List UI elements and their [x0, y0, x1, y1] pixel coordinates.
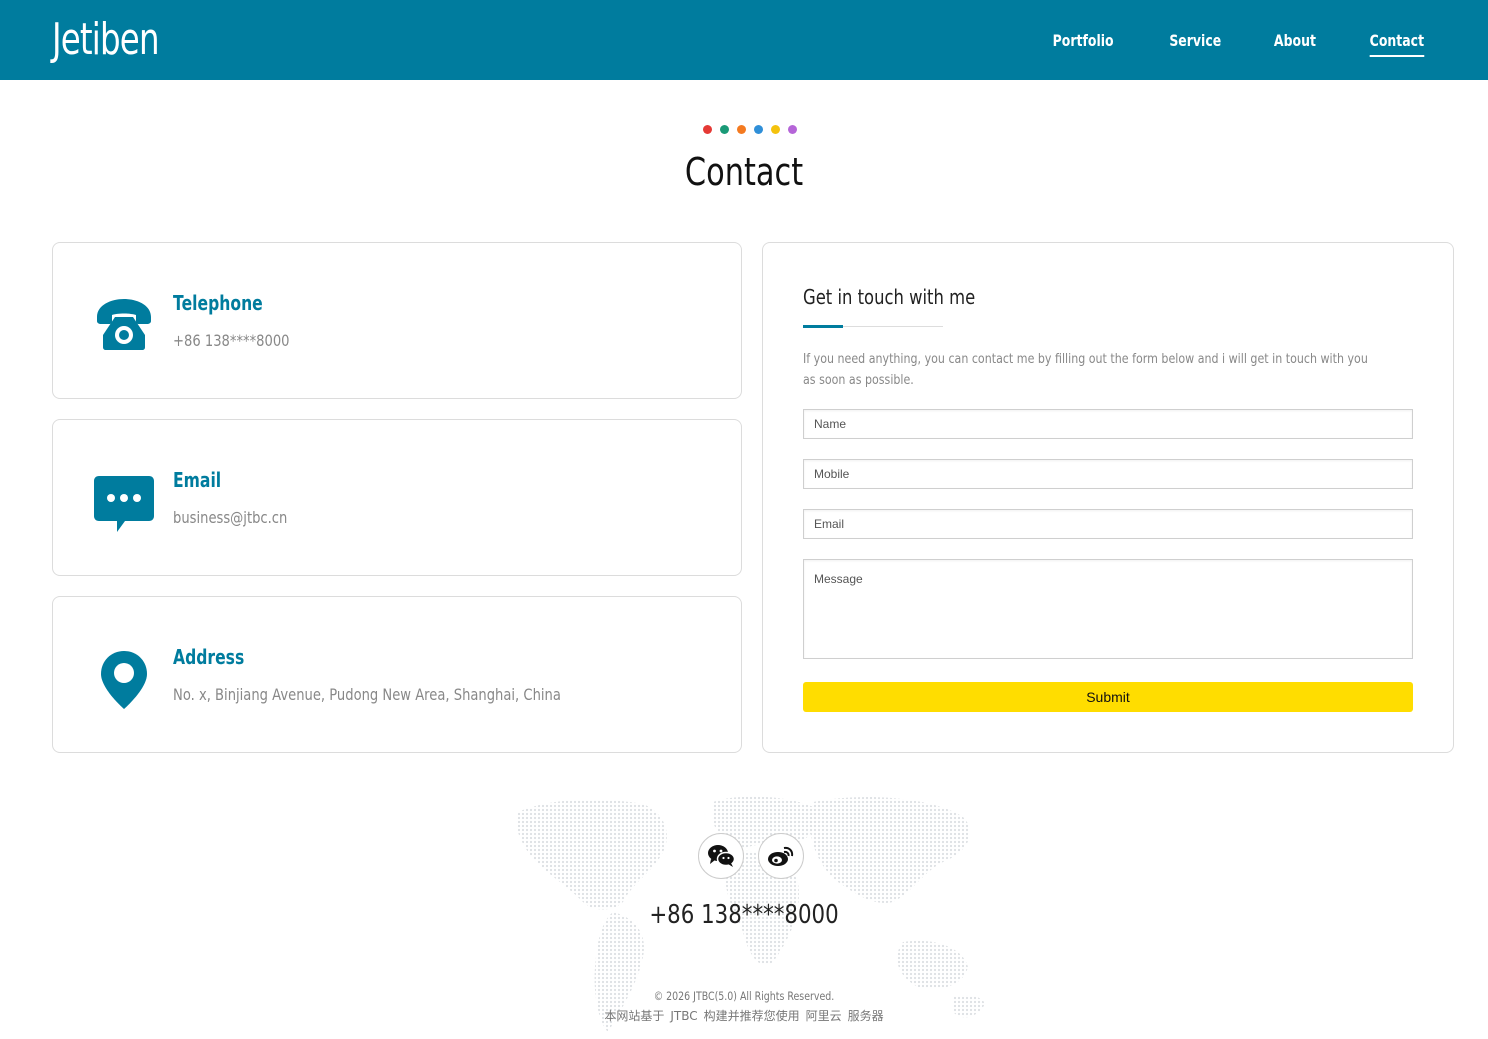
nav-item-portfolio[interactable]: Portfolio	[1052, 25, 1113, 56]
wechat-button[interactable]	[698, 833, 744, 879]
mobile-input[interactable]	[803, 459, 1413, 489]
telephone-title: Telephone	[173, 291, 263, 315]
dot-yellow	[771, 125, 780, 134]
decorative-dots	[703, 125, 797, 134]
nav-item-contact[interactable]: Contact	[1369, 25, 1424, 57]
page-title: Contact	[684, 150, 804, 194]
map-pin-icon	[93, 649, 155, 711]
dot-red	[703, 125, 712, 134]
dot-blue	[754, 125, 763, 134]
aliyun-link[interactable]: 阿里云	[806, 1009, 842, 1023]
address-title: Address	[173, 645, 245, 669]
name-input[interactable]	[803, 409, 1413, 439]
submit-button[interactable]: Submit	[803, 682, 1413, 712]
copyright-text: © 2026 JTBC(5.0) All Rights Reserved.	[653, 989, 835, 1003]
nav-item-about[interactable]: About	[1274, 25, 1316, 56]
email-value[interactable]: business@jtbc.cn	[173, 508, 287, 527]
email-input[interactable]	[803, 509, 1413, 539]
email-title: Email	[173, 468, 222, 492]
site-logo[interactable]: Jetiben	[52, 14, 160, 66]
powered-prefix: 本网站基于	[604, 1009, 665, 1023]
dot-purple	[788, 125, 797, 134]
address-card: Address No. x, Binjiang Avenue, Pudong N…	[52, 596, 742, 753]
form-title: Get in touch with me	[803, 285, 976, 309]
footer-phone: +86 138****8000	[649, 900, 839, 930]
powered-by-text: 本网站基于 JTBC 构建并推荐您使用 阿里云 服务器	[0, 1007, 1488, 1024]
telephone-icon	[93, 295, 155, 357]
site-header: Jetiben Portfolio Service About Contact	[0, 0, 1488, 80]
telephone-card: Telephone +86 138****8000	[52, 242, 742, 399]
powered-suffix: 服务器	[847, 1009, 884, 1023]
address-value: No. x, Binjiang Avenue, Pudong New Area,…	[173, 685, 561, 704]
chat-bubble-icon	[93, 472, 155, 534]
wechat-icon	[708, 845, 735, 867]
dot-orange	[737, 125, 746, 134]
powered-middle: 构建并推荐您使用	[703, 1009, 800, 1023]
form-description: If you need anything, you can contact me…	[803, 351, 1368, 388]
message-textarea[interactable]	[803, 559, 1413, 659]
main-nav: Portfolio Service About Contact	[1044, 0, 1432, 80]
telephone-value: +86 138****8000	[173, 331, 290, 350]
weibo-button[interactable]	[758, 833, 804, 879]
weibo-icon	[768, 846, 794, 866]
email-card: Email business@jtbc.cn	[52, 419, 742, 576]
form-title-underline-accent	[803, 325, 843, 328]
nav-item-service[interactable]: Service	[1169, 25, 1221, 56]
contact-form-card: Get in touch with me If you need anythin…	[762, 242, 1454, 753]
dot-green	[720, 125, 729, 134]
jtbc-link[interactable]: JTBC	[670, 1009, 697, 1023]
